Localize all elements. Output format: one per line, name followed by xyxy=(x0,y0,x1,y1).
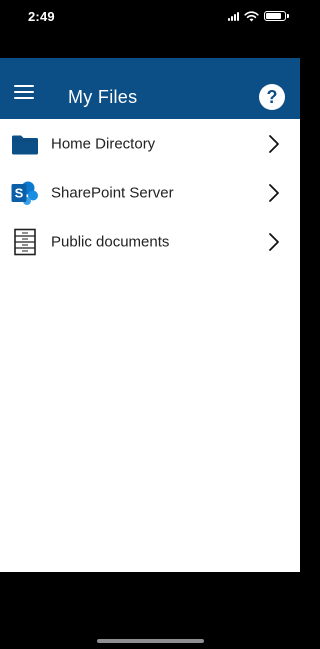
status-bar: 2:49 xyxy=(0,0,300,58)
file-cabinet-icon xyxy=(14,228,36,255)
app-header: My Files ? xyxy=(0,58,300,119)
svg-text:S: S xyxy=(15,185,24,200)
question-mark-icon: ? xyxy=(266,87,278,107)
hamburger-menu-icon[interactable] xyxy=(12,82,36,102)
status-time: 2:49 xyxy=(28,9,55,24)
chevron-right-icon xyxy=(269,183,279,202)
folder-icon xyxy=(12,135,38,154)
sharepoint-icon: S xyxy=(11,181,38,205)
list-item-label: SharePoint Server xyxy=(51,184,174,201)
list-item-home-directory[interactable]: Home Directory xyxy=(0,119,300,168)
wifi-icon xyxy=(244,10,259,21)
file-list: Home Directory S SharePoint Server Publi… xyxy=(0,119,300,266)
chevron-right-icon xyxy=(269,134,279,153)
cellular-signal-icon xyxy=(228,11,239,21)
page-title: My Files xyxy=(68,87,138,107)
list-item-label: Public documents xyxy=(51,233,170,250)
status-icons xyxy=(228,10,289,22)
bottom-safe-area xyxy=(0,572,300,649)
list-item-sharepoint-server[interactable]: S SharePoint Server xyxy=(0,168,300,217)
list-item-label: Home Directory xyxy=(51,135,156,152)
device-notch xyxy=(74,0,224,22)
help-button[interactable]: ? xyxy=(259,84,285,110)
battery-icon xyxy=(264,11,289,21)
list-item-public-documents[interactable]: Public documents xyxy=(0,217,300,266)
home-indicator[interactable] xyxy=(97,639,204,643)
chevron-right-icon xyxy=(269,232,279,251)
file-list-view: Home Directory S SharePoint Server Publi… xyxy=(0,119,300,572)
